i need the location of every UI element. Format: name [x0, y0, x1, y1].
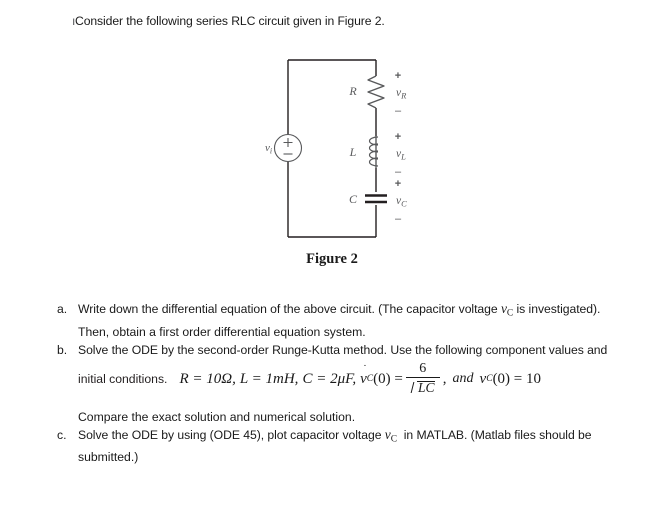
- eq-fraction: 6 LC: [405, 360, 440, 395]
- figure-block: R L C vi + vR – + vL – + vC – Figure 2: [0, 46, 664, 286]
- capacitor-voltage-label: vC: [396, 195, 407, 209]
- resistor-voltage-label: vR: [396, 87, 407, 101]
- eq-vc-rest: (0) = 10: [492, 371, 542, 388]
- inductor-minus-label: –: [395, 166, 402, 178]
- eq-fraction-numerator: 6: [419, 360, 427, 376]
- eq-inductance: L = 1mH,: [239, 371, 299, 388]
- eq-resistance: R = 10Ω,: [179, 371, 236, 388]
- question-b-line1: Solve the ODE by the second-order Runge-…: [78, 342, 608, 357]
- equation-lead-text: initial conditions.: [78, 372, 168, 387]
- question-a-line1-post: is investigated).: [513, 302, 601, 316]
- capacitor-plus-label: +: [395, 178, 401, 190]
- sqrt-icon: LC: [411, 379, 435, 395]
- question-a-text: Write down the differential equation of …: [78, 300, 600, 323]
- eq-vdot: ˙ v: [360, 364, 367, 388]
- question-item-c: c. Solve the ODE by using (ODE 45), plot…: [0, 426, 664, 449]
- source-label: vi: [265, 142, 272, 156]
- inductor-symbol: [368, 135, 389, 168]
- question-b-equation-line: initial conditions. R = 10Ω, L = 1mH, C …: [78, 360, 664, 396]
- question-marker-a: a.: [57, 302, 68, 316]
- intro-text: Consider the following series RLC circui…: [75, 14, 385, 28]
- resistor-label: R: [348, 84, 357, 98]
- question-c-line1-post: in MATLAB. (Matlab files should be: [403, 427, 592, 442]
- question-b-line3: Compare the exact solution and numerical…: [78, 409, 356, 424]
- question-item-a: a. Write down the differential equation …: [0, 300, 664, 323]
- eq-capacitance: C = 2μF,: [302, 371, 357, 388]
- rlc-circuit-diagram: R L C vi + vR – + vL – + vC –: [265, 59, 407, 238]
- question-c-line1-pre: Solve the ODE by using (ODE 45), plot ca…: [78, 427, 382, 442]
- inductor-label: L: [349, 145, 357, 159]
- eq-sqrt-content: LC: [418, 379, 435, 395]
- inductor-voltage-label: vL: [396, 148, 406, 162]
- resistor-plus-label: +: [395, 70, 401, 82]
- question-c-var-sub: C: [390, 434, 398, 445]
- capacitor-label: C: [349, 192, 358, 206]
- question-a-line1-pre: Write down the differential equation of …: [78, 302, 501, 316]
- resistor-minus-label: –: [395, 105, 402, 117]
- question-marker-c: c.: [57, 427, 67, 442]
- equation-math: R = 10Ω, L = 1mH, C = 2μF, ˙ v C (0) = 6 LC…: [179, 360, 542, 396]
- question-item-b: b. Solve the ODE by the second-order Run…: [0, 341, 664, 359]
- resistor-symbol: [367, 75, 385, 109]
- intro-sentence: ıConsider the following series RLC circu…: [72, 13, 385, 29]
- question-c-line2: submitted.): [78, 450, 139, 465]
- eq-fraction-denominator: LC: [411, 378, 435, 395]
- questions-list: a. Write down the differential equation …: [0, 300, 664, 466]
- question-c-text: Solve the ODE by using (ODE 45), plot ca…: [78, 426, 592, 449]
- derivative-dot: ˙: [363, 363, 367, 376]
- inductor-plus-label: +: [395, 131, 401, 143]
- eq-comma: ,: [442, 371, 447, 388]
- figure-caption: Figure 2: [306, 251, 358, 267]
- capacitor-symbol: [365, 194, 387, 204]
- eq-and-word: and: [452, 371, 474, 387]
- question-a-line2: Then, obtain a first order differential …: [78, 324, 366, 339]
- question-marker-b: b.: [57, 342, 68, 357]
- capacitor-minus-label: –: [395, 213, 402, 225]
- eq-vdot-rest: (0) =: [373, 371, 403, 388]
- eq-vc-letter: v: [479, 371, 487, 388]
